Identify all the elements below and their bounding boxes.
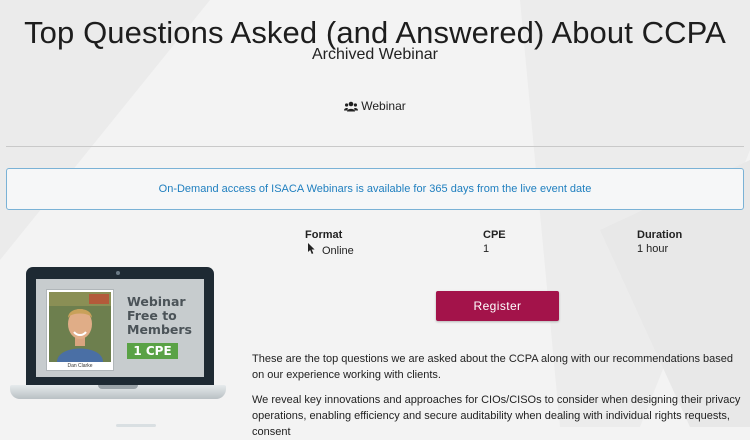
promo-title: Webinar Free to Members (127, 294, 192, 337)
webinar-page: Top Questions Asked (and Answered) About… (0, 0, 750, 438)
cpe-value: 1 (483, 243, 490, 255)
description-paragraph-2: We reveal key innovations and approaches… (252, 394, 741, 438)
format-label: Format (305, 229, 343, 241)
duration-value: 1 hour (637, 243, 669, 255)
mouse-pointer-icon (307, 243, 316, 258)
description-paragraph-1: These are the top questions we are asked… (252, 353, 734, 381)
event-type-label: Webinar (361, 99, 406, 113)
format-detail: Format Online (305, 229, 354, 258)
availability-notice: On-Demand access of ISACA Webinars is av… (6, 168, 744, 210)
event-type: Webinar (0, 99, 750, 115)
format-value: Online (322, 244, 354, 257)
presenter-photo: Dan Clarke (46, 289, 114, 371)
laptop-screen: Dan Clarke Webinar Free to Members 1 CPE (36, 279, 204, 377)
presenter-caption: Dan Clarke (67, 363, 93, 369)
cpe-label: CPE (483, 229, 506, 241)
register-button[interactable]: Register (436, 291, 559, 321)
duration-detail: Duration 1 hour (637, 229, 682, 255)
duration-label: Duration (637, 229, 683, 241)
users-icon (344, 101, 359, 115)
promo-laptop-image: Dan Clarke Webinar Free to Members 1 CPE (10, 267, 226, 427)
laptop-camera (116, 271, 120, 275)
page-subtitle: Archived Webinar (312, 46, 438, 63)
cpe-badge: 1 CPE (127, 343, 178, 359)
divider (6, 146, 744, 147)
cpe-detail: CPE 1 (483, 229, 506, 255)
availability-notice-text: On-Demand access of ISACA Webinars is av… (158, 183, 592, 195)
presenter-portrait (49, 292, 111, 362)
laptop-notch (98, 385, 138, 389)
